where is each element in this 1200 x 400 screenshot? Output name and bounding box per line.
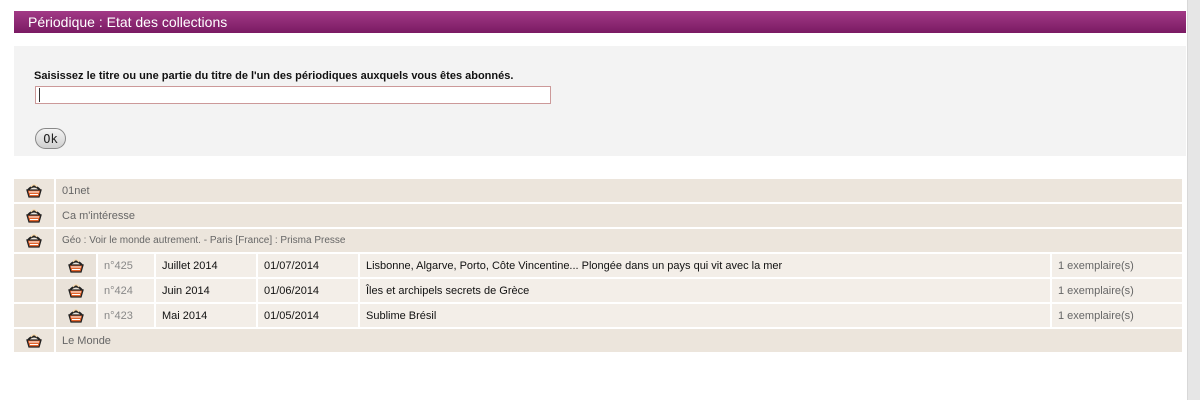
periodical-row[interactable]: 01net [14, 179, 1182, 202]
periodical-title[interactable]: Le Monde [56, 329, 1182, 352]
periodical-title[interactable]: 01net [56, 179, 1182, 202]
basket-icon-cell[interactable] [14, 229, 54, 252]
issue-date: 01/05/2014 [258, 304, 358, 327]
basket-icon-cell[interactable] [56, 279, 96, 302]
indent-cell [14, 254, 54, 277]
search-form: Saisissez le titre ou une partie du titr… [14, 46, 1186, 156]
text-caret [39, 88, 40, 102]
basket-icon-cell[interactable] [14, 179, 54, 202]
issue-date: 01/06/2014 [258, 279, 358, 302]
collections-table: 01net Ca m'intéresse Géo : Voir le monde… [12, 177, 1184, 354]
issue-number: n°425 [98, 254, 154, 277]
basket-icon-cell[interactable] [56, 304, 96, 327]
issue-copies: 1 exemplaire(s) [1052, 304, 1182, 327]
issue-summary: Îles et archipels secrets de Grèce [360, 279, 1050, 302]
issue-row[interactable]: n°423 Mai 2014 01/05/2014 Sublime Brésil… [14, 304, 1182, 327]
periodical-row[interactable]: Ca m'intéresse [14, 204, 1182, 227]
basket-icon[interactable] [67, 282, 85, 300]
basket-icon-cell[interactable] [56, 254, 96, 277]
basket-icon[interactable] [25, 232, 43, 250]
issue-row[interactable]: n°424 Juin 2014 01/06/2014 Îles et archi… [14, 279, 1182, 302]
basket-icon-cell[interactable] [14, 329, 54, 352]
search-input[interactable] [35, 86, 551, 104]
indent-cell [14, 279, 54, 302]
issue-date: 01/07/2014 [258, 254, 358, 277]
page-title-text: Périodique : Etat des collections [28, 14, 228, 30]
issue-row[interactable]: n°425 Juillet 2014 01/07/2014 Lisbonne, … [14, 254, 1182, 277]
issue-number: n°423 [98, 304, 154, 327]
issue-number: n°424 [98, 279, 154, 302]
indent-cell [14, 304, 54, 327]
basket-icon[interactable] [67, 257, 85, 275]
issue-copies: 1 exemplaire(s) [1052, 279, 1182, 302]
page-title: Périodique : Etat des collections [14, 11, 1186, 33]
basket-icon[interactable] [25, 182, 43, 200]
search-label: Saisissez le titre ou une partie du titr… [34, 70, 514, 82]
basket-icon[interactable] [25, 332, 43, 350]
issue-label: Juin 2014 [156, 279, 256, 302]
periodical-row[interactable]: Géo : Voir le monde autrement. - Paris [… [14, 229, 1182, 252]
vertical-scrollbar[interactable] [1187, 0, 1200, 400]
issue-label: Mai 2014 [156, 304, 256, 327]
ok-button[interactable]: Ok [35, 128, 66, 149]
issue-label: Juillet 2014 [156, 254, 256, 277]
periodical-title[interactable]: Géo : Voir le monde autrement. - Paris [… [56, 229, 1182, 252]
basket-icon-cell[interactable] [14, 204, 54, 227]
periodical-title[interactable]: Ca m'intéresse [56, 204, 1182, 227]
basket-icon[interactable] [25, 207, 43, 225]
issue-summary: Sublime Brésil [360, 304, 1050, 327]
issue-summary: Lisbonne, Algarve, Porto, Côte Vincentin… [360, 254, 1050, 277]
basket-icon[interactable] [67, 307, 85, 325]
issue-copies: 1 exemplaire(s) [1052, 254, 1182, 277]
periodical-row[interactable]: Le Monde [14, 329, 1182, 352]
